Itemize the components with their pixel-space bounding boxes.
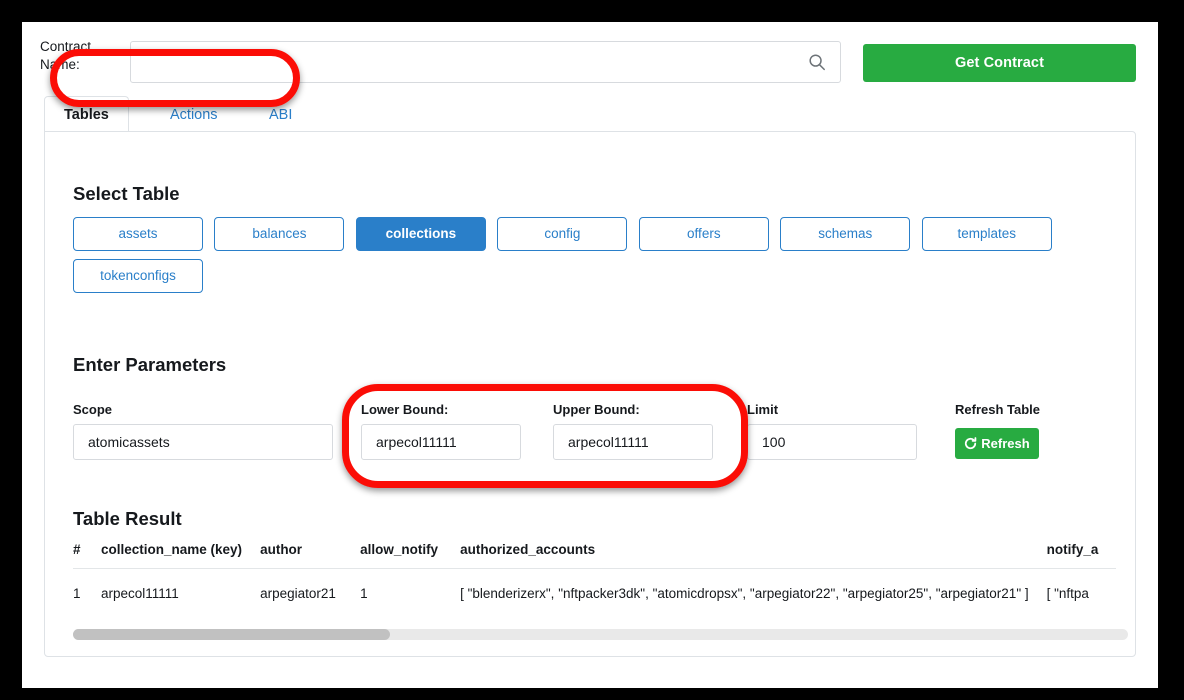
result-horizontal-scrollbar[interactable] — [73, 629, 1128, 640]
cell-authorized-accounts: [ "blenderizerx", "nftpacker3dk", "atomi… — [460, 586, 1029, 601]
column-header-author: author — [260, 542, 361, 569]
scope-label: Scope — [73, 402, 113, 417]
table-selector-group: assets balances collections config offer… — [73, 217, 1073, 301]
table-header-row: # collection_name (key) author allow_not… — [73, 542, 1117, 569]
app-frame: Contract Name: Get Contract Tables Actio… — [22, 22, 1158, 688]
table-pill-assets[interactable]: assets — [73, 217, 203, 251]
contract-name-label: Contract Name: — [40, 39, 92, 72]
contract-search-wrapper — [130, 41, 841, 83]
upper-bound-input[interactable] — [553, 424, 713, 460]
cell-collection-name: arpecol11111 — [101, 586, 179, 601]
contract-search-input[interactable] — [131, 42, 791, 82]
lower-bound-label: Lower Bound: — [361, 402, 449, 417]
table-pill-config[interactable]: config — [497, 217, 628, 251]
refresh-table-label: Refresh Table — [955, 402, 1041, 417]
scope-input[interactable] — [73, 424, 333, 460]
tab-bar: Tables Actions ABI — [44, 96, 1136, 132]
top-bar: Contract Name: Get Contract — [22, 22, 1158, 84]
column-header-collection-name: collection_name (key) — [101, 542, 261, 569]
tables-panel: Select Table assets balances collections… — [44, 131, 1136, 657]
table-pill-offers[interactable]: offers — [638, 217, 769, 251]
column-header-index: # — [73, 542, 101, 569]
search-icon[interactable] — [808, 53, 826, 71]
cell-index: 1 — [73, 586, 81, 601]
enter-parameters-heading: Enter Parameters — [73, 354, 227, 375]
result-table-viewport: # collection_name (key) author allow_not… — [73, 542, 1128, 642]
limit-input[interactable] — [747, 424, 917, 460]
column-header-notify-accounts: notify_a — [1046, 542, 1117, 569]
result-scrollbar-thumb[interactable] — [73, 629, 390, 640]
cell-notify-accounts: [ "nftpa — [1046, 586, 1089, 601]
tab-tables[interactable]: Tables — [44, 96, 129, 132]
lower-bound-input[interactable] — [361, 424, 521, 460]
column-header-allow-notify: allow_notify — [360, 542, 461, 569]
table-pill-collections[interactable]: collections — [355, 217, 486, 251]
result-table: # collection_name (key) author allow_not… — [73, 542, 1117, 601]
refresh-icon — [964, 437, 977, 450]
table-pill-schemas[interactable]: schemas — [780, 217, 911, 251]
refresh-button-label: Refresh — [981, 436, 1030, 451]
table-pill-balances[interactable]: balances — [214, 217, 345, 251]
upper-bound-label: Upper Bound: — [553, 402, 640, 417]
table-pill-templates[interactable]: templates — [921, 217, 1052, 251]
tab-abi[interactable]: ABI — [249, 96, 312, 132]
table-row: 1 arpecol11111 arpegiator21 1 [ "blender… — [73, 569, 1116, 601]
table-pill-tokenconfigs[interactable]: tokenconfigs — [73, 259, 203, 293]
limit-label: Limit — [747, 402, 779, 417]
cell-author: arpegiator21 — [260, 586, 336, 601]
get-contract-button[interactable]: Get Contract — [863, 44, 1136, 82]
table-result-heading: Table Result — [73, 508, 182, 529]
tab-actions[interactable]: Actions — [150, 96, 238, 132]
select-table-heading: Select Table — [73, 183, 180, 204]
refresh-button[interactable]: Refresh — [955, 428, 1039, 459]
cell-allow-notify: 1 — [360, 586, 368, 601]
column-header-authorized-accounts: authorized_accounts — [460, 542, 1047, 569]
